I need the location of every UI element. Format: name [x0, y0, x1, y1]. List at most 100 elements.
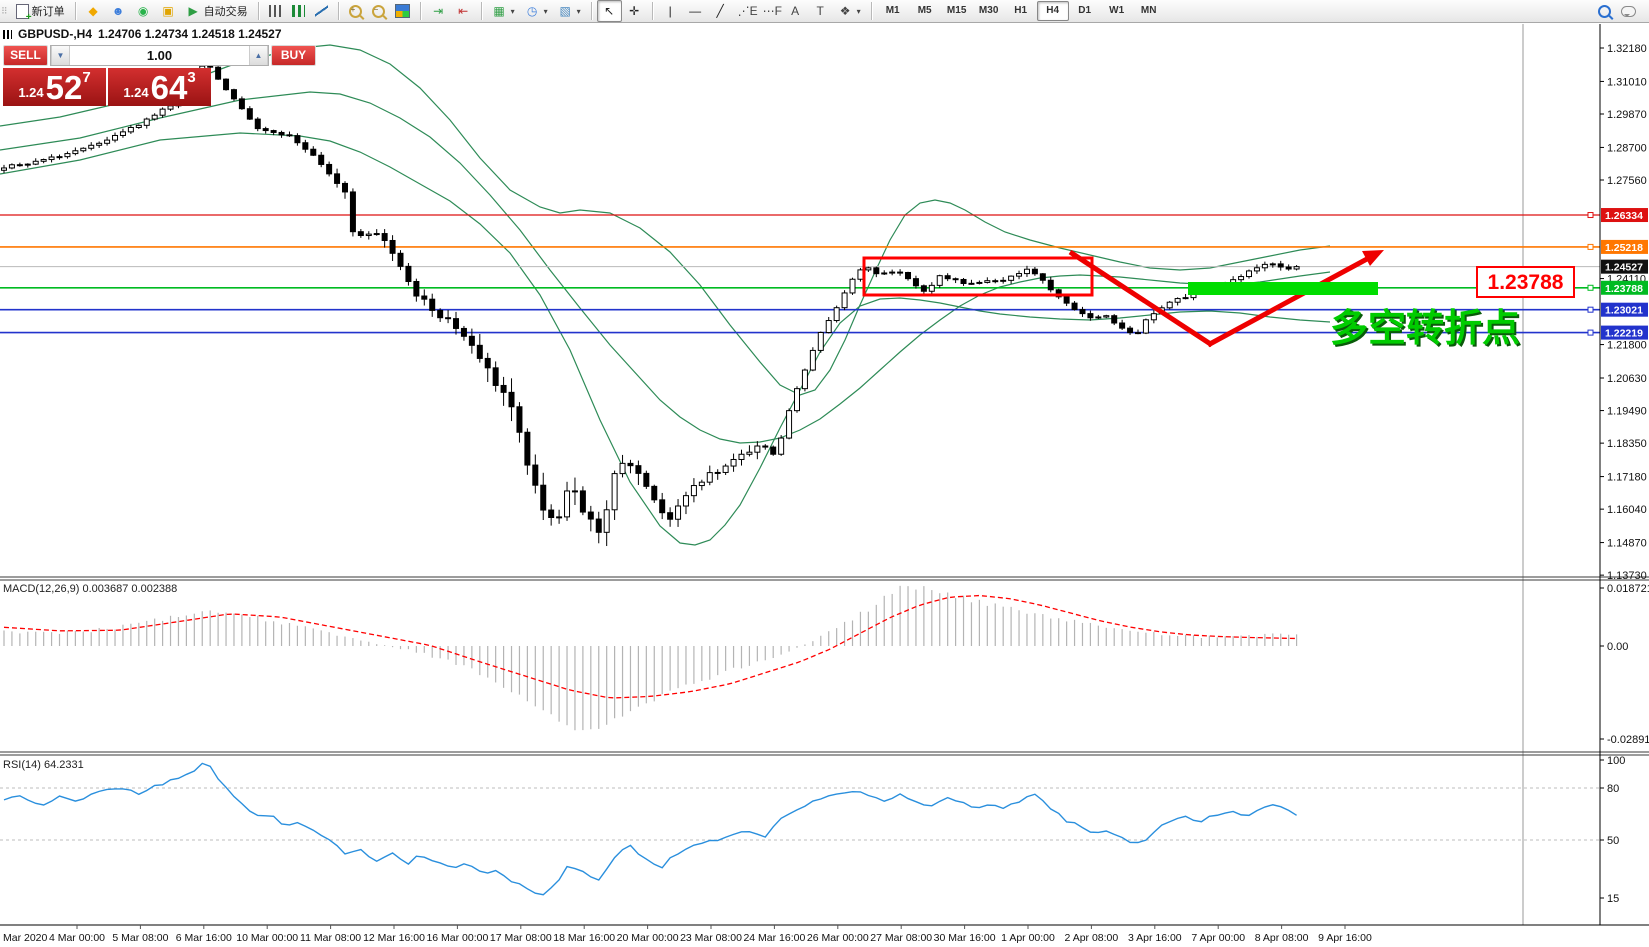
shapes-icon: ❖: [838, 4, 853, 19]
timeframe-h4[interactable]: H4: [1037, 1, 1069, 21]
auto-scroll-icon: ⇥: [431, 4, 446, 19]
shapes-icon[interactable]: ❖▾: [833, 0, 866, 22]
timeframe-w1[interactable]: W1: [1101, 1, 1133, 21]
svg-text:50: 50: [1607, 835, 1619, 847]
svg-text:4 Mar 00:00: 4 Mar 00:00: [49, 932, 105, 944]
buy-price[interactable]: 1.24 64 3: [108, 68, 211, 106]
symbol-bar: GBPUSD-,H4 1.24706 1.24734 1.24518 1.245…: [3, 27, 282, 41]
zoom-in-icon: +: [349, 5, 362, 18]
zoom-out-icon: −: [372, 5, 385, 18]
autotrading-button-label: 自动交易: [204, 3, 248, 19]
chart-area[interactable]: 1.23788多空转折点多空转折点MACD(12,26,9) 0.003687 …: [0, 0, 1649, 947]
cursor-icon[interactable]: ↖: [597, 0, 622, 22]
toolbar-separator: [591, 2, 592, 20]
line-chart-icon: [315, 5, 328, 17]
equidistant-channel-icon[interactable]: ⋰E: [733, 0, 758, 22]
trendline-icon: ╱: [713, 4, 728, 19]
zoom-in-icon[interactable]: +: [344, 0, 367, 22]
timeframe-m30[interactable]: M30: [973, 1, 1005, 21]
timeframe-m1[interactable]: M1: [877, 1, 909, 21]
signals-icon[interactable]: ◉: [131, 0, 156, 22]
line-chart-icon[interactable]: [310, 0, 333, 22]
svg-text:2 Apr 08:00: 2 Apr 08:00: [1065, 932, 1119, 944]
autotrading-icon: ▶: [186, 4, 201, 19]
sell-price[interactable]: 1.24 52 7: [3, 68, 106, 106]
svg-text:0.018721: 0.018721: [1607, 583, 1649, 595]
macd-label: MACD(12,26,9) 0.003687 0.002388: [3, 583, 177, 595]
rsi-label: RSI(14) 64.2331: [3, 759, 84, 771]
text-tool-icon: A: [788, 4, 803, 19]
svg-text:27 Mar 08:00: 27 Mar 08:00: [870, 932, 932, 944]
crosshair-icon: ✛: [627, 4, 642, 19]
volume-stepper: ▼ ▲: [50, 45, 269, 66]
vertical-line-icon[interactable]: |: [658, 0, 683, 22]
dropdown-caret-icon[interactable]: ▾: [544, 7, 548, 16]
new-chart-icon[interactable]: ▦▾: [487, 0, 520, 22]
volume-decrease-button[interactable]: ▼: [51, 46, 70, 65]
chart-shift-icon[interactable]: ⇤: [451, 0, 476, 22]
zoom-out-icon[interactable]: −: [367, 0, 390, 22]
autotrading-button[interactable]: ▶自动交易: [181, 0, 253, 22]
timeframe-d1[interactable]: D1: [1069, 1, 1101, 21]
tile-windows-icon[interactable]: [390, 0, 415, 22]
volume-increase-button[interactable]: ▲: [249, 46, 268, 65]
svg-text:9 Apr 16:00: 9 Apr 16:00: [1318, 932, 1372, 944]
auto-scroll-icon[interactable]: ⇥: [426, 0, 451, 22]
crosshair-icon[interactable]: ✛: [622, 0, 647, 22]
candlestick-chart-icon: [292, 5, 305, 17]
timeframe-m5[interactable]: M5: [909, 1, 941, 21]
market-watch-icon[interactable]: ◆: [81, 0, 106, 22]
timeframe-h1[interactable]: H1: [1005, 1, 1037, 21]
svg-text:16 Mar 00:00: 16 Mar 00:00: [426, 932, 488, 944]
support-highlight-bar[interactable]: [1188, 282, 1378, 295]
svg-text:1.22219: 1.22219: [1605, 328, 1643, 340]
svg-text:-0.028913: -0.028913: [1607, 734, 1649, 746]
profiles-icon: ◷: [525, 4, 540, 19]
horizontal-line-icon: —: [688, 4, 703, 19]
toolbar-separator: [420, 2, 421, 20]
chart-shift-icon: ⇤: [456, 4, 471, 19]
candlestick-chart-icon[interactable]: [287, 0, 310, 22]
symbol-label: GBPUSD-,H4: [18, 27, 92, 41]
svg-text:24 Mar 16:00: 24 Mar 16:00: [743, 932, 805, 944]
trendline-icon[interactable]: ╱: [708, 0, 733, 22]
buy-button[interactable]: BUY: [271, 45, 316, 66]
annotation-text: 多空转折点: [1330, 308, 1520, 350]
timeframe-m15[interactable]: M15: [941, 1, 973, 21]
toolbar-grip: ⠿: [1, 6, 7, 17]
ohlc-values: 1.24706 1.24734 1.24518 1.24527: [98, 27, 282, 41]
bar-chart-icon: [269, 5, 282, 17]
svg-text:30 Mar 16:00: 30 Mar 16:00: [934, 932, 996, 944]
sell-button[interactable]: SELL: [3, 45, 48, 66]
svg-text:6 Mar 16:00: 6 Mar 16:00: [176, 932, 232, 944]
search-icon[interactable]: [1593, 0, 1616, 22]
new-chart-icon: ▦: [492, 4, 507, 19]
volume-input[interactable]: [70, 46, 249, 65]
dropdown-caret-icon[interactable]: ▾: [511, 7, 515, 16]
dropdown-caret-icon[interactable]: ▾: [857, 7, 861, 16]
profiles-icon[interactable]: ◷▾: [520, 0, 553, 22]
new-order-button[interactable]: 新订单: [11, 0, 70, 22]
bar-chart-icon[interactable]: [264, 0, 287, 22]
svg-text:5 Mar 08:00: 5 Mar 08:00: [112, 932, 168, 944]
vertical-line-icon: |: [663, 4, 678, 19]
chat-icon: [1621, 6, 1636, 17]
templates-icon[interactable]: ▧▾: [553, 0, 586, 22]
svg-text:0.00: 0.00: [1607, 641, 1628, 653]
dropdown-caret-icon[interactable]: ▾: [577, 7, 581, 16]
chart-canvas: 1.23788多空转折点多空转折点MACD(12,26,9) 0.003687 …: [0, 0, 1649, 947]
main-toolbar: ⠿新订单◆☻◉▣▶自动交易+−⇥⇤▦▾◷▾▧▾↖✛|—╱⋰E⋯FAT❖▾M1M5…: [0, 0, 1649, 23]
svg-text:1.18350: 1.18350: [1607, 438, 1647, 450]
svg-text:1.31010: 1.31010: [1607, 76, 1647, 88]
navigator-icon[interactable]: ☻: [106, 0, 131, 22]
market-icon[interactable]: ▣: [156, 0, 181, 22]
text-tool-icon[interactable]: A: [783, 0, 808, 22]
svg-text:1.19490: 1.19490: [1607, 406, 1647, 418]
fibonacci-icon[interactable]: ⋯F: [758, 0, 783, 22]
text-label-icon[interactable]: T: [808, 0, 833, 22]
timeframe-mn[interactable]: MN: [1133, 1, 1165, 21]
new-order-icon: [16, 4, 29, 19]
svg-text:20 Mar 00:00: 20 Mar 00:00: [617, 932, 679, 944]
chat-icon[interactable]: [1616, 0, 1641, 22]
horizontal-line-icon[interactable]: —: [683, 0, 708, 22]
